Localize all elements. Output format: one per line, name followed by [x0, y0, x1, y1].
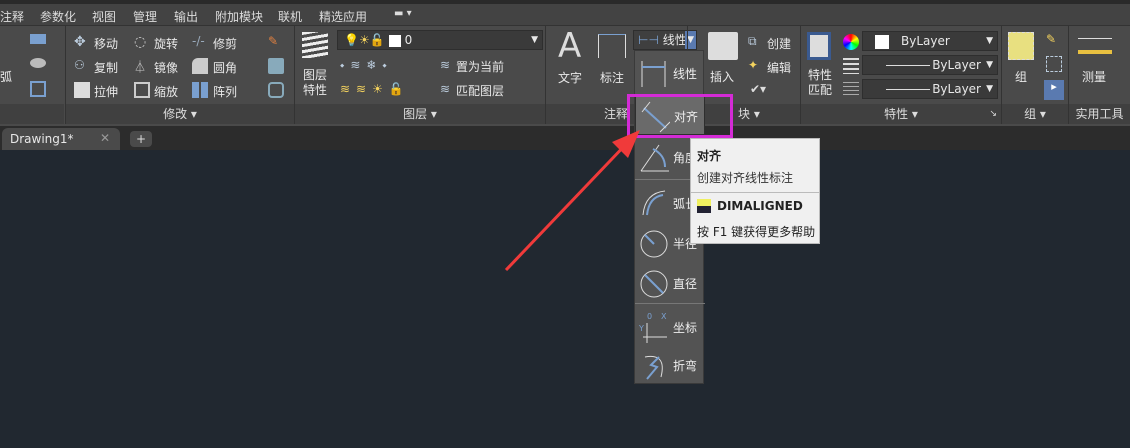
arc-button[interactable]: 弧 — [0, 68, 12, 85]
svg-text:X: X — [661, 312, 667, 321]
modify-panel-title[interactable]: 修改 ▾ — [66, 104, 294, 124]
dropdown-item-linear[interactable]: 线性 — [635, 53, 705, 93]
text-button[interactable]: 文字 — [558, 69, 582, 86]
explode-icon[interactable] — [268, 58, 284, 74]
group-edit-icon[interactable] — [1046, 56, 1062, 72]
stretch-icon — [74, 82, 90, 98]
group-button[interactable]: 组 — [1015, 68, 1027, 85]
tab-view[interactable]: 视图 — [92, 8, 116, 25]
draw-panel-title — [0, 104, 64, 124]
lineweight-icon — [843, 58, 859, 74]
create-block-icon: ⧉ — [748, 34, 757, 48]
tab-parametric[interactable]: 参数化 — [40, 8, 76, 25]
layer-tools-row2-icons[interactable]: ≋≋☀🔓 — [340, 82, 410, 96]
mirror-icon: ⏃ — [134, 60, 147, 74]
insert-button[interactable]: 插入 — [710, 68, 734, 85]
hatch-icon[interactable] — [30, 58, 46, 68]
block-attribute-icon[interactable]: ✔▾ — [750, 82, 766, 98]
scale-button[interactable]: 缩放 — [154, 83, 178, 100]
panel-toggle-icon[interactable]: ▬ ▾ — [394, 8, 412, 19]
measure-icon — [1078, 38, 1112, 54]
fillet-icon — [192, 58, 208, 74]
create-block-button[interactable]: 创建 — [767, 35, 791, 52]
new-tab-button[interactable]: + — [130, 131, 152, 147]
ribbon: 弧 ✥ 移动 ◌ 旋转 -/- 修剪 ⚇ 复制 ⏃ 镜像 圆角 拉伸 缩放 阵列… — [0, 26, 1130, 126]
move-button[interactable]: 移动 — [94, 35, 118, 52]
layer-combo[interactable]: 💡☀🔓 0 ▼ — [337, 30, 543, 50]
measure-button[interactable]: 测量 — [1082, 68, 1106, 85]
dropdown-item-jogged[interactable]: 折弯 — [635, 345, 705, 385]
ungroup-icon[interactable]: ✎ — [1046, 32, 1062, 48]
group-icon — [1008, 32, 1034, 60]
tooltip-help: 按 F1 键获得更多帮助 — [697, 225, 816, 239]
make-current-icon: ≋ — [440, 58, 451, 72]
color-wheel-icon — [843, 34, 859, 50]
copy-button[interactable]: 复制 — [94, 59, 118, 76]
match-properties-button[interactable]: 特性匹配 — [808, 68, 834, 98]
trim-button[interactable]: 修剪 — [213, 35, 237, 52]
tab-annotate[interactable]: 注释 — [0, 8, 24, 25]
layer-tools-row1-icons[interactable]: ⬩≋❄⬩ — [340, 58, 393, 73]
dimension-button[interactable]: 标注 — [600, 69, 624, 86]
tab-manage[interactable]: 管理 — [133, 8, 157, 25]
command-tooltip: 对齐 创建对齐线性标注 DIMALIGNED 按 F1 键获得更多帮助 — [690, 138, 820, 244]
match-layer-icon: ≋ — [440, 82, 451, 96]
match-properties-icon — [807, 32, 831, 60]
scale-icon — [134, 82, 150, 98]
tab-online[interactable]: 联机 — [278, 8, 302, 25]
fillet-button[interactable]: 圆角 — [213, 59, 237, 76]
color-combo[interactable]: ByLayer ▼ — [862, 31, 998, 51]
offset-icon[interactable] — [268, 82, 284, 98]
copy-icon: ⚇ — [74, 58, 85, 72]
linetype-combo[interactable]: ByLayer ▼ — [862, 79, 998, 99]
close-tab-icon[interactable]: ✕ — [100, 131, 110, 145]
document-tab[interactable]: Drawing1* ✕ — [2, 128, 120, 150]
tooltip-title: 对齐 — [697, 149, 722, 163]
insert-block-icon — [708, 32, 738, 60]
command-icon — [697, 199, 711, 213]
ribbon-tabs: 注释 参数化 视图 管理 输出 附加模块 联机 精选应用 ▬ ▾ — [0, 4, 1130, 26]
array-button[interactable]: 阵列 — [213, 83, 237, 100]
tooltip-command: DIMALIGNED — [717, 199, 803, 213]
boundary-icon[interactable] — [30, 81, 46, 97]
svg-text:Y: Y — [639, 324, 644, 333]
mirror-button[interactable]: 镜像 — [154, 59, 178, 76]
red-arrow-annotation — [504, 130, 640, 272]
properties-panel-title[interactable]: 特性 ▾ ↘ — [801, 104, 1001, 124]
group-selection-icon[interactable]: ▸ — [1044, 80, 1064, 100]
svg-text:0: 0 — [647, 312, 652, 321]
erase-icon[interactable]: ✎ — [268, 34, 284, 50]
utilities-panel-title[interactable]: 实用工具 — [1069, 104, 1130, 124]
rectangle-icon[interactable] — [30, 34, 46, 44]
tooltip-description: 创建对齐线性标注 — [697, 171, 794, 185]
match-layer-button[interactable]: 匹配图层 — [456, 82, 504, 99]
group-panel-title[interactable]: 组 ▾ — [1002, 104, 1068, 124]
layer-properties-button[interactable]: 图层特性 — [303, 68, 329, 98]
make-current-button[interactable]: 置为当前 — [456, 58, 504, 75]
dimension-icon — [598, 34, 626, 58]
layer-properties-icon — [302, 32, 328, 58]
move-icon: ✥ — [74, 34, 86, 50]
lineweight-combo[interactable]: ByLayer ▼ — [862, 55, 998, 75]
stretch-button[interactable]: 拉伸 — [94, 83, 118, 100]
text-icon: A — [558, 26, 582, 66]
rotate-icon: ◌ — [134, 34, 147, 50]
tab-featured-apps[interactable]: 精选应用 — [319, 8, 367, 25]
edit-block-icon: ✦ — [748, 58, 759, 72]
rotate-button[interactable]: 旋转 — [154, 35, 178, 52]
array-icon — [192, 82, 208, 98]
document-tab-name: Drawing1* — [10, 132, 74, 146]
trim-icon: -/- — [192, 34, 205, 48]
linetype-icon — [843, 82, 859, 98]
edit-block-button[interactable]: 编辑 — [767, 59, 791, 76]
tab-output[interactable]: 输出 — [174, 8, 198, 25]
tab-addins[interactable]: 附加模块 — [215, 8, 263, 25]
dropdown-item-ordinate[interactable]: 0 X Y 坐标 — [635, 307, 705, 347]
